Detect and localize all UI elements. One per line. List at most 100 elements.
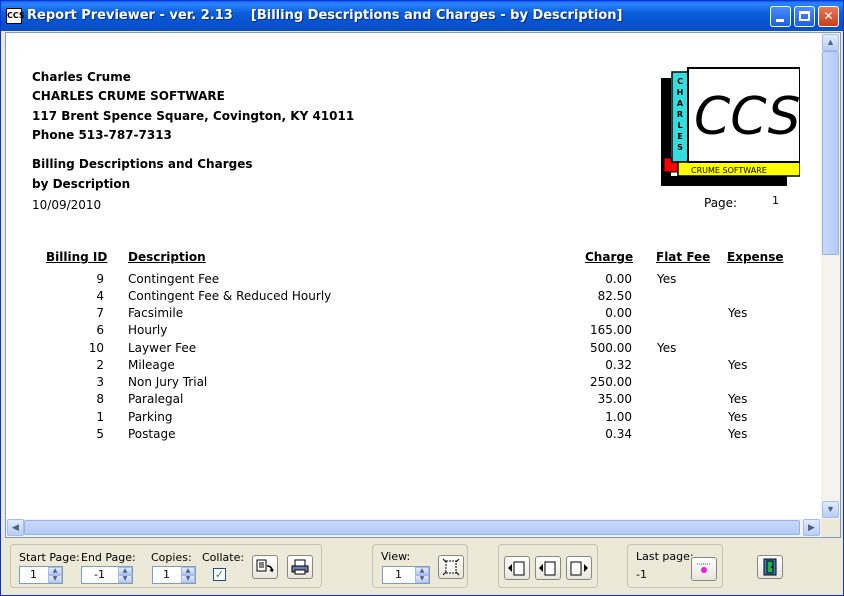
cell-expense: Yes <box>728 358 748 372</box>
printer-setup-icon <box>256 559 274 573</box>
logo-vertical-text: CHARLES <box>676 77 684 152</box>
cell-charge: 0.00 <box>605 272 632 286</box>
company-address: 117 Brent Spence Square, Covington, KY 4… <box>32 109 355 123</box>
vertical-scrollbar[interactable]: ▲ ▼ <box>821 33 840 519</box>
print-button[interactable] <box>287 555 313 579</box>
close-icon: ✕ <box>823 9 834 23</box>
cell-billing-id: 1 <box>96 410 104 424</box>
increment-icon[interactable]: ▲ <box>415 567 429 575</box>
collate-label: Collate: <box>202 551 245 564</box>
cell-charge: 1.00 <box>605 410 632 424</box>
scroll-right-button[interactable]: ▶ <box>803 519 820 536</box>
cell-billing-id: 10 <box>88 341 104 355</box>
chevron-left-icon: ◀ <box>12 522 19 532</box>
col-header-description: Description <box>128 250 206 264</box>
cell-charge: 0.00 <box>605 306 632 320</box>
page-navigation-group <box>498 544 598 588</box>
window-title: Report Previewer - ver. 2.13 [Billing De… <box>27 8 623 23</box>
last-page-group: Last page: -1 <box>627 544 723 588</box>
decrement-icon[interactable]: ▼ <box>48 575 62 583</box>
scrollbar-corner <box>821 519 840 537</box>
col-header-billing-id: Billing ID <box>46 250 108 264</box>
cell-description: Contingent Fee <box>128 272 220 286</box>
view-arrows[interactable]: ▲ ▼ <box>415 567 429 583</box>
end-page-arrows[interactable]: ▲ ▼ <box>118 567 132 583</box>
next-page-icon <box>570 561 588 576</box>
copies-label: Copies: <box>151 551 192 564</box>
cell-description: Parking <box>128 410 173 424</box>
bottom-toolbar: Start Page: 1 ▲ ▼ End Page: -1 ▲ ▼ Copie… <box>1 539 843 595</box>
cell-description: Facsimile <box>128 306 184 320</box>
increment-icon[interactable]: ▲ <box>118 567 132 575</box>
collate-checkbox[interactable]: ✓ <box>213 568 226 581</box>
decrement-icon[interactable]: ▼ <box>181 575 195 583</box>
cell-description: Laywer Fee <box>128 341 197 355</box>
zoom-button[interactable] <box>438 555 464 579</box>
cell-expense: Yes <box>728 410 748 424</box>
cell-flat-fee: Yes <box>657 341 677 355</box>
cell-description: Paralegal <box>128 392 184 406</box>
decrement-icon[interactable]: ▼ <box>118 575 132 583</box>
first-page-button[interactable] <box>504 556 530 580</box>
cell-description: Hourly <box>128 323 168 337</box>
cell-billing-id: 7 <box>96 306 104 320</box>
cell-billing-id: 5 <box>96 427 104 441</box>
print-setup-button[interactable] <box>252 555 278 579</box>
first-page-icon <box>508 561 525 576</box>
start-page-value: 1 <box>30 568 37 581</box>
report-subtitle: by Description <box>32 177 131 191</box>
exit-button[interactable] <box>757 555 783 579</box>
page-number: 1 <box>772 194 779 207</box>
scroll-left-button[interactable]: ◀ <box>7 519 24 536</box>
cell-charge: 35.00 <box>597 392 632 406</box>
horizontal-scroll-thumb[interactable] <box>24 520 800 535</box>
maximize-button[interactable] <box>794 6 815 27</box>
cell-description: Non Jury Trial <box>128 375 208 389</box>
copies-stepper[interactable]: 1 ▲ ▼ <box>152 566 196 584</box>
chevron-right-icon: ▶ <box>808 522 815 532</box>
last-page-icon <box>697 563 711 573</box>
increment-icon[interactable]: ▲ <box>48 567 62 575</box>
cell-expense: Yes <box>728 427 748 441</box>
cell-charge: 250.00 <box>590 375 632 389</box>
vertical-scroll-thumb[interactable] <box>822 51 839 255</box>
start-page-arrows[interactable]: ▲ ▼ <box>48 567 62 583</box>
start-page-label: Start Page: <box>19 551 80 564</box>
scroll-down-button[interactable]: ▼ <box>822 501 839 518</box>
view-group: View: 1 ▲ ▼ <box>372 544 468 588</box>
decrement-icon[interactable]: ▼ <box>415 575 429 583</box>
last-page-button[interactable] <box>691 557 717 581</box>
view-stepper[interactable]: 1 ▲ ▼ <box>382 566 430 584</box>
chevron-up-icon: ▲ <box>826 37 835 47</box>
previous-page-button[interactable] <box>535 556 561 580</box>
print-options-group: Start Page: 1 ▲ ▼ End Page: -1 ▲ ▼ Copie… <box>10 544 322 588</box>
cell-billing-id: 2 <box>96 358 104 372</box>
title-bar[interactable]: CCS Report Previewer - ver. 2.13 [Billin… <box>1 1 843 31</box>
start-page-stepper[interactable]: 1 ▲ ▼ <box>19 566 63 584</box>
cell-billing-id: 4 <box>96 289 104 303</box>
scroll-up-button[interactable]: ▲ <box>822 34 839 51</box>
cell-billing-id: 9 <box>96 272 104 286</box>
cell-billing-id: 3 <box>96 375 104 389</box>
company-logo: CCS CRUME SOFTWARE CHARLES <box>658 66 801 188</box>
copies-arrows[interactable]: ▲ ▼ <box>181 567 195 583</box>
close-button[interactable]: ✕ <box>818 6 839 27</box>
increment-icon[interactable]: ▲ <box>181 567 195 575</box>
chevron-down-icon: ▼ <box>826 504 835 514</box>
col-header-flat-fee: Flat Fee <box>656 250 711 264</box>
logo-main-text: CCS <box>694 87 800 147</box>
col-header-charge: Charge <box>585 250 634 264</box>
company-name: Charles Crume <box>32 70 131 84</box>
cell-charge: 0.34 <box>605 427 632 441</box>
report-viewport[interactable]: Charles Crume CHARLES CRUME SOFTWARE 117… <box>5 32 841 538</box>
zoom-icon <box>442 558 460 576</box>
logo-banner-text: CRUME SOFTWARE <box>691 166 767 175</box>
previous-page-icon <box>539 561 556 576</box>
horizontal-scrollbar[interactable]: ◀ ▶ <box>6 519 821 537</box>
printer-icon <box>291 559 309 575</box>
next-page-button[interactable] <box>566 556 592 580</box>
view-value: 1 <box>395 568 402 581</box>
minimize-button[interactable] <box>770 6 791 27</box>
report-page: Charles Crume CHARLES CRUME SOFTWARE 117… <box>6 33 821 519</box>
end-page-stepper[interactable]: -1 ▲ ▼ <box>81 566 133 584</box>
